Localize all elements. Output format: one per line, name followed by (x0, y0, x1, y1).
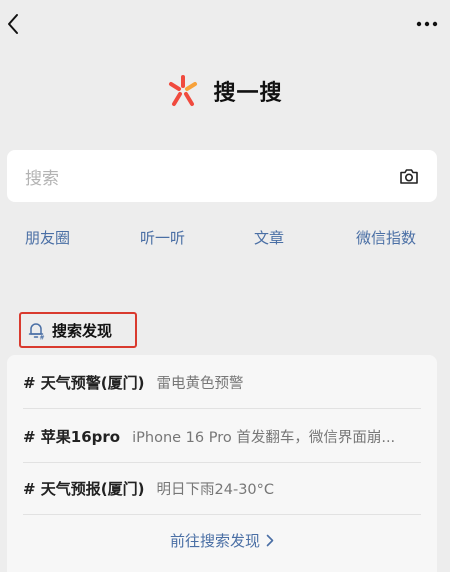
discover-title: 搜索发现 (52, 321, 113, 340)
more-dots-icon (416, 21, 438, 27)
bell-icon: # (28, 323, 45, 341)
topic-desc: 雷电黄色预警 (156, 376, 244, 392)
topic-tag: # 苹果16pro (23, 428, 121, 446)
more-menu-button[interactable] (412, 14, 442, 34)
camera-button[interactable] (397, 164, 421, 188)
discover-card: # 天气预警(厦门) 雷电黄色预警 # 苹果16pro iPhone 16 Pr… (7, 355, 437, 572)
discover-header: # 搜索发现 (19, 312, 137, 348)
discover-topic-item[interactable]: # 天气预警(厦门) 雷电黄色预警 (23, 357, 421, 409)
topic-desc: 明日下雨24-30°C (156, 482, 275, 498)
quick-link-wechat-index[interactable]: 微信指数 (356, 227, 416, 248)
back-button[interactable] (2, 10, 24, 38)
goto-discover-link[interactable]: 前往搜索发现 (7, 525, 437, 555)
quick-links: 朋友圈 听一听 文章 微信指数 (0, 227, 450, 251)
quick-link-moments[interactable]: 朋友圈 (25, 227, 70, 248)
search-placeholder: 搜索 (25, 168, 59, 189)
search-page: 搜一搜 搜索 朋友圈 听一听 文章 微信指数 # 搜索发现 # 天气预警(厦门) (0, 0, 450, 572)
page-title: 搜一搜 (213, 81, 283, 106)
svg-text:#: # (40, 335, 45, 341)
goto-discover-label: 前往搜索发现 (169, 531, 260, 550)
brand-header: 搜一搜 (0, 74, 450, 108)
discover-topic-item[interactable]: # 天气预报(厦门) 明日下雨24-30°C (23, 463, 421, 515)
chevron-right-icon (266, 534, 274, 546)
back-arrow-icon (8, 14, 18, 34)
topic-tag: # 天气预警(厦门) (23, 374, 145, 392)
search-input[interactable]: 搜索 (7, 150, 437, 202)
camera-icon (400, 168, 418, 184)
discover-topic-item[interactable]: # 苹果16pro iPhone 16 Pro 首发翻车，微信界面崩... (23, 411, 421, 463)
topic-tag: # 天气预报(厦门) (23, 480, 145, 498)
quick-link-listen[interactable]: 听一听 (140, 227, 185, 248)
quick-link-articles[interactable]: 文章 (254, 227, 284, 248)
search-search-logo-icon (169, 75, 198, 106)
topic-desc: iPhone 16 Pro 首发翻车，微信界面崩... (132, 430, 396, 446)
